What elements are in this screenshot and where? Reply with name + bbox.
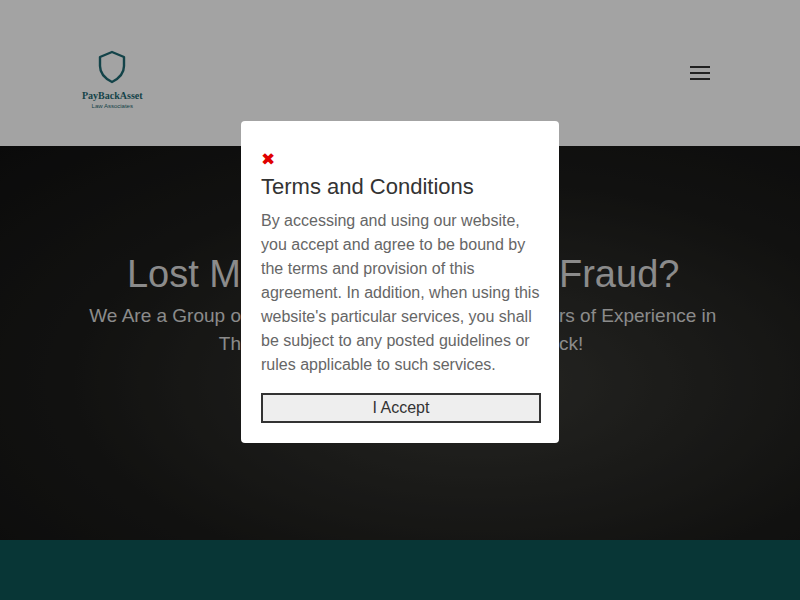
terms-modal: ✖ Terms and Conditions By accessing and us… xyxy=(241,121,559,443)
close-icon[interactable]: ✖ xyxy=(261,149,541,169)
modal-title: Terms and Conditions xyxy=(261,173,541,201)
accept-button[interactable]: I Accept xyxy=(261,393,541,423)
page: PayBackAssetLaw AssociatesLost MFraud?We… xyxy=(0,0,800,600)
modal-body: By accessing and using our website, you … xyxy=(261,209,541,377)
